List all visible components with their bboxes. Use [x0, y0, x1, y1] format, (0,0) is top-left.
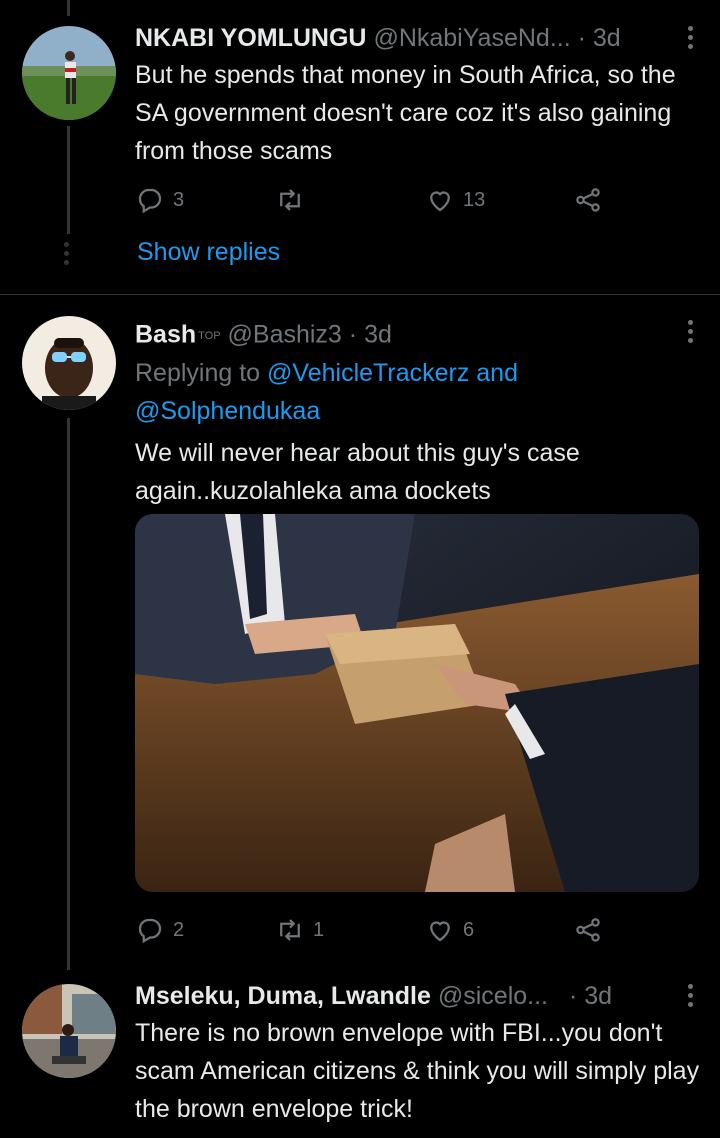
more-icon[interactable] [688, 320, 694, 347]
user-handle[interactable]: @NkabiYaseNd... [373, 24, 570, 52]
tweet-header: Bash TOP @Bashiz3 · 3d [135, 314, 702, 350]
replying-prefix: Replying to [135, 359, 261, 388]
tweet-text: But he spends that money in South Africa… [135, 61, 676, 165]
more-icon[interactable] [688, 984, 694, 1011]
share-button[interactable] [573, 180, 603, 220]
tweet-text: There is no brown envelope with FBI...yo… [135, 1019, 700, 1123]
share-icon [576, 918, 600, 942]
thread-line [67, 418, 70, 970]
replying-and[interactable]: and [476, 359, 518, 387]
reply-count: 3 [173, 188, 185, 211]
retweet-icon [280, 189, 300, 211]
share-button[interactable] [573, 910, 603, 950]
avatar[interactable] [22, 26, 116, 120]
like-button[interactable]: 13 [425, 180, 485, 220]
reply-button[interactable]: 2 [135, 910, 184, 950]
display-name[interactable]: Bash [135, 320, 196, 348]
thread-line [67, 126, 70, 234]
top-badge: TOP [198, 330, 221, 342]
avatar[interactable] [22, 316, 116, 410]
avatar[interactable] [22, 984, 116, 1078]
like-button[interactable]: 6 [425, 910, 474, 950]
like-count: 13 [463, 188, 486, 211]
display-name[interactable]: Mseleku, Duma, Lwandle [135, 982, 431, 1010]
reply-button[interactable]: 3 [135, 180, 184, 220]
show-replies-link[interactable]: Show replies [137, 238, 280, 267]
user-handle[interactable]: @sicelo... [438, 982, 548, 1010]
retweet-count: 1 [313, 918, 325, 941]
divider [0, 294, 720, 295]
tweet-image[interactable] [135, 514, 699, 892]
like-icon [430, 921, 450, 942]
reply-icon [138, 918, 162, 944]
timestamp[interactable]: · 3d [569, 982, 612, 1010]
replying-to: Replying to @VehicleTrackerz and @Solphe… [135, 354, 702, 430]
like-count: 6 [463, 918, 475, 941]
retweet-button[interactable]: 1 [275, 910, 324, 950]
action-bar: 3 13 [135, 180, 720, 220]
timestamp[interactable]: · 3d [578, 24, 621, 52]
retweet-icon [280, 919, 300, 941]
thread-dots [64, 242, 69, 269]
retweet-button[interactable] [275, 180, 313, 220]
tweet-text: We will never hear about this guy's case… [135, 439, 580, 506]
timestamp[interactable]: · 3d [349, 320, 392, 348]
tweet-header: Mseleku, Duma, Lwandle @sicelo... · 3d [135, 980, 702, 1012]
mention-link[interactable]: @VehicleTrackerz [267, 359, 469, 387]
reply-count: 2 [173, 918, 185, 941]
more-icon[interactable] [688, 26, 694, 53]
thread-line-top [67, 0, 70, 16]
reply-icon [138, 188, 162, 214]
share-icon [576, 188, 600, 212]
user-handle[interactable]: @Bashiz3 [228, 320, 342, 348]
tweet-header: NKABI YOMLUNGU @NkabiYaseNd... · 3d [135, 22, 702, 54]
action-bar: 2 1 6 [135, 910, 720, 950]
like-icon [430, 191, 450, 212]
display-name[interactable]: NKABI YOMLUNGU [135, 24, 366, 52]
mention-link-2[interactable]: @Solphendukaa [135, 397, 320, 425]
